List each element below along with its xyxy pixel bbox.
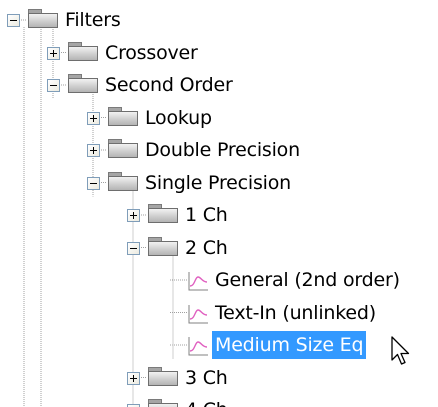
folder-icon [28, 8, 60, 30]
mouse-pointer-icon [391, 336, 410, 365]
filter-curve-icon [188, 337, 208, 356]
folder-icon [108, 171, 140, 193]
collapse-icon[interactable] [127, 241, 140, 255]
expand-icon[interactable] [127, 209, 140, 222]
tree-item-label[interactable]: Double Precision [142, 136, 303, 164]
folder-icon [148, 236, 180, 258]
tree-item-label[interactable]: 4 Ch [182, 396, 231, 407]
tree-item-label[interactable]: Single Precision [142, 169, 294, 197]
folder-icon [68, 41, 100, 63]
tree-item-label[interactable]: 3 Ch [182, 364, 231, 392]
tree-item-label[interactable]: 1 Ch [182, 201, 231, 229]
filter-curve-icon [188, 304, 208, 323]
tree-item-label[interactable]: Medium Size Eq [212, 331, 367, 359]
collapse-icon[interactable] [7, 14, 20, 27]
collapse-icon[interactable] [47, 79, 60, 92]
expand-icon[interactable] [127, 371, 140, 385]
tree-item-label[interactable]: Crossover [102, 39, 201, 67]
filter-curve-icon [188, 272, 208, 291]
tree-item-label[interactable]: Lookup [142, 104, 215, 132]
folder-icon [108, 106, 140, 128]
tree-item-label[interactable]: General (2nd order) [212, 266, 403, 294]
collapse-icon[interactable] [87, 176, 100, 190]
filter-tree[interactable]: Filters Crossover Second Order Lookup Double… [0, 0, 438, 407]
tree-item-label[interactable]: Filters [62, 6, 124, 34]
folder-icon [148, 366, 180, 388]
folder-icon [148, 398, 180, 407]
folder-icon [108, 138, 140, 160]
tree-item-label[interactable]: Text-In (unlinked) [212, 299, 379, 327]
tree-item-label[interactable]: Second Order [102, 71, 236, 99]
folder-icon [68, 73, 100, 95]
expand-icon[interactable] [87, 144, 100, 157]
folder-icon [148, 203, 180, 225]
expand-icon[interactable] [47, 46, 60, 60]
tree-item-label[interactable]: 2 Ch [182, 234, 231, 262]
expand-icon[interactable] [87, 111, 100, 125]
